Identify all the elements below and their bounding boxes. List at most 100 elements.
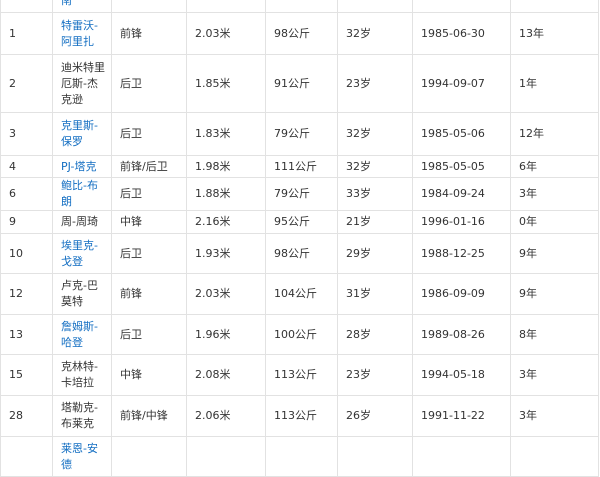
player-weight-cell: 98公斤 <box>265 12 338 55</box>
player-name-link[interactable]: 詹姆斯-哈登 <box>61 320 98 349</box>
player-weight: 98公斤 <box>274 246 310 260</box>
player-name-link[interactable]: 南 <box>61 0 72 7</box>
player-name-link[interactable]: 莱恩-安德 <box>61 442 98 471</box>
player-height: 1.96米 <box>195 327 231 341</box>
player-weight-cell: 98公斤 <box>265 233 338 274</box>
player-height-cell <box>186 436 266 477</box>
player-experience-cell: 9年 <box>510 273 599 315</box>
player-height: 2.03米 <box>195 26 231 40</box>
player-birthdate-cell: 1985-05-06 <box>412 112 511 156</box>
player-age-cell: 32岁 <box>337 112 413 156</box>
player-weight-cell: 113公斤 <box>265 354 338 396</box>
player-position: 后卫 <box>120 327 142 341</box>
player-age-cell: 31岁 <box>337 273 413 315</box>
player-position: 后卫 <box>120 76 142 90</box>
table-row: 15 克林特-卡培拉 中锋 2.08米 113公斤 23岁 1994-05-18 3年 <box>0 354 599 396</box>
player-birthdate-cell <box>412 436 511 477</box>
jersey-number-cell: 12 <box>0 273 53 315</box>
player-name-link[interactable]: 鲍比-布朗 <box>61 179 98 208</box>
player-height-cell: 2.06米 <box>186 395 266 437</box>
player-weight-cell: 79公斤 <box>265 112 338 156</box>
player-experience-cell <box>510 0 599 13</box>
player-name-cell: 埃里克-戈登 <box>52 233 112 274</box>
player-birthdate: 1985-05-05 <box>421 159 485 173</box>
player-experience-cell: 8年 <box>510 314 599 355</box>
player-age-cell: 32岁 <box>337 155 413 178</box>
player-experience: 6年 <box>519 159 537 173</box>
player-age: 32岁 <box>346 26 371 40</box>
player-experience: 9年 <box>519 287 537 300</box>
player-age: 33岁 <box>346 187 371 200</box>
player-weight-cell: 100公斤 <box>265 314 338 355</box>
jersey-number-cell: 4 <box>0 155 53 178</box>
player-birthdate: 1994-05-18 <box>421 368 485 381</box>
jersey-number-cell <box>0 0 53 13</box>
player-name-cell: 卢克-巴莫特 <box>52 273 112 315</box>
player-position-cell: 后卫 <box>111 233 187 274</box>
jersey-number: 10 <box>9 246 23 260</box>
player-height-cell: 2.16米 <box>186 210 266 234</box>
jersey-number-cell: 1 <box>0 12 53 55</box>
player-position: 前锋 <box>120 26 142 40</box>
player-birthdate: 1991-11-22 <box>421 409 485 422</box>
jersey-number-cell: 9 <box>0 210 53 234</box>
player-name-cell: 鲍比-布朗 <box>52 177 112 211</box>
player-weight: 79公斤 <box>274 127 310 140</box>
player-position-cell: 前锋 <box>111 273 187 315</box>
player-birthdate: 1989-08-26 <box>421 327 485 341</box>
player-age-cell: 28岁 <box>337 314 413 355</box>
roster-body: 南 1 特雷沃-阿里扎 前锋 2.03米 98公斤 32岁 1985-06-30 13年 2 迪米特… <box>0 0 599 477</box>
player-name-cell: 莱恩-安德 <box>52 436 112 477</box>
player-experience-cell: 0年 <box>510 210 599 234</box>
player-age-cell: 26岁 <box>337 395 413 437</box>
player-position-cell: 后卫 <box>111 177 187 211</box>
player-age: 23岁 <box>346 76 371 90</box>
player-weight: 100公斤 <box>274 327 317 341</box>
player-name-cell: 克里斯-保罗 <box>52 112 112 156</box>
jersey-number: 6 <box>9 187 16 200</box>
player-position: 后卫 <box>120 246 142 260</box>
player-height-cell: 2.03米 <box>186 12 266 55</box>
jersey-number-cell: 10 <box>0 233 53 274</box>
player-weight-cell: 113公斤 <box>265 395 338 437</box>
player-position: 前锋/后卫 <box>120 159 168 173</box>
player-name: 卢克-巴莫特 <box>61 279 98 308</box>
player-experience: 0年 <box>519 215 537 228</box>
player-weight: 111公斤 <box>274 159 317 173</box>
player-height-cell: 1.98米 <box>186 155 266 178</box>
player-height-cell: 1.85米 <box>186 54 266 113</box>
player-age: 21岁 <box>346 215 371 228</box>
player-height-cell: 1.88米 <box>186 177 266 211</box>
table-row: 南 <box>0 0 599 13</box>
player-age-cell: 23岁 <box>337 354 413 396</box>
player-weight: 113公斤 <box>274 368 317 381</box>
player-name-link[interactable]: 埃里克-戈登 <box>61 239 98 268</box>
player-height-cell: 2.08米 <box>186 354 266 396</box>
player-birthdate: 1985-06-30 <box>421 26 485 40</box>
player-name-link[interactable]: 特雷沃-阿里扎 <box>61 19 98 48</box>
player-experience: 3年 <box>519 368 537 381</box>
player-experience-cell <box>510 436 599 477</box>
player-birthdate-cell: 1988-12-25 <box>412 233 511 274</box>
player-name: 周-周琦 <box>61 215 98 228</box>
player-height: 2.16米 <box>195 215 231 228</box>
player-height-cell: 1.83米 <box>186 112 266 156</box>
player-name-link[interactable]: PJ-塔克 <box>61 160 96 173</box>
player-age-cell: 21岁 <box>337 210 413 234</box>
player-height: 1.98米 <box>195 159 231 173</box>
player-name-link[interactable]: 克里斯-保罗 <box>61 119 98 148</box>
player-birthdate: 1985-05-06 <box>421 127 485 140</box>
player-age: 23岁 <box>346 368 371 381</box>
table-row: 4 PJ-塔克 前锋/后卫 1.98米 111公斤 32岁 1985-05-05 6年 <box>0 155 599 178</box>
player-weight-cell: 91公斤 <box>265 54 338 113</box>
player-age: 32岁 <box>346 159 371 173</box>
player-birthdate: 1984-09-24 <box>421 187 485 200</box>
player-height: 1.88米 <box>195 187 231 200</box>
player-age-cell: 29岁 <box>337 233 413 274</box>
player-name-cell: 南 <box>52 0 112 13</box>
jersey-number: 12 <box>9 287 23 300</box>
player-height: 1.85米 <box>195 76 231 90</box>
table-row: 9 周-周琦 中锋 2.16米 95公斤 21岁 1996-01-16 0年 <box>0 210 599 234</box>
player-birthdate-cell: 1996-01-16 <box>412 210 511 234</box>
player-position-cell: 后卫 <box>111 314 187 355</box>
